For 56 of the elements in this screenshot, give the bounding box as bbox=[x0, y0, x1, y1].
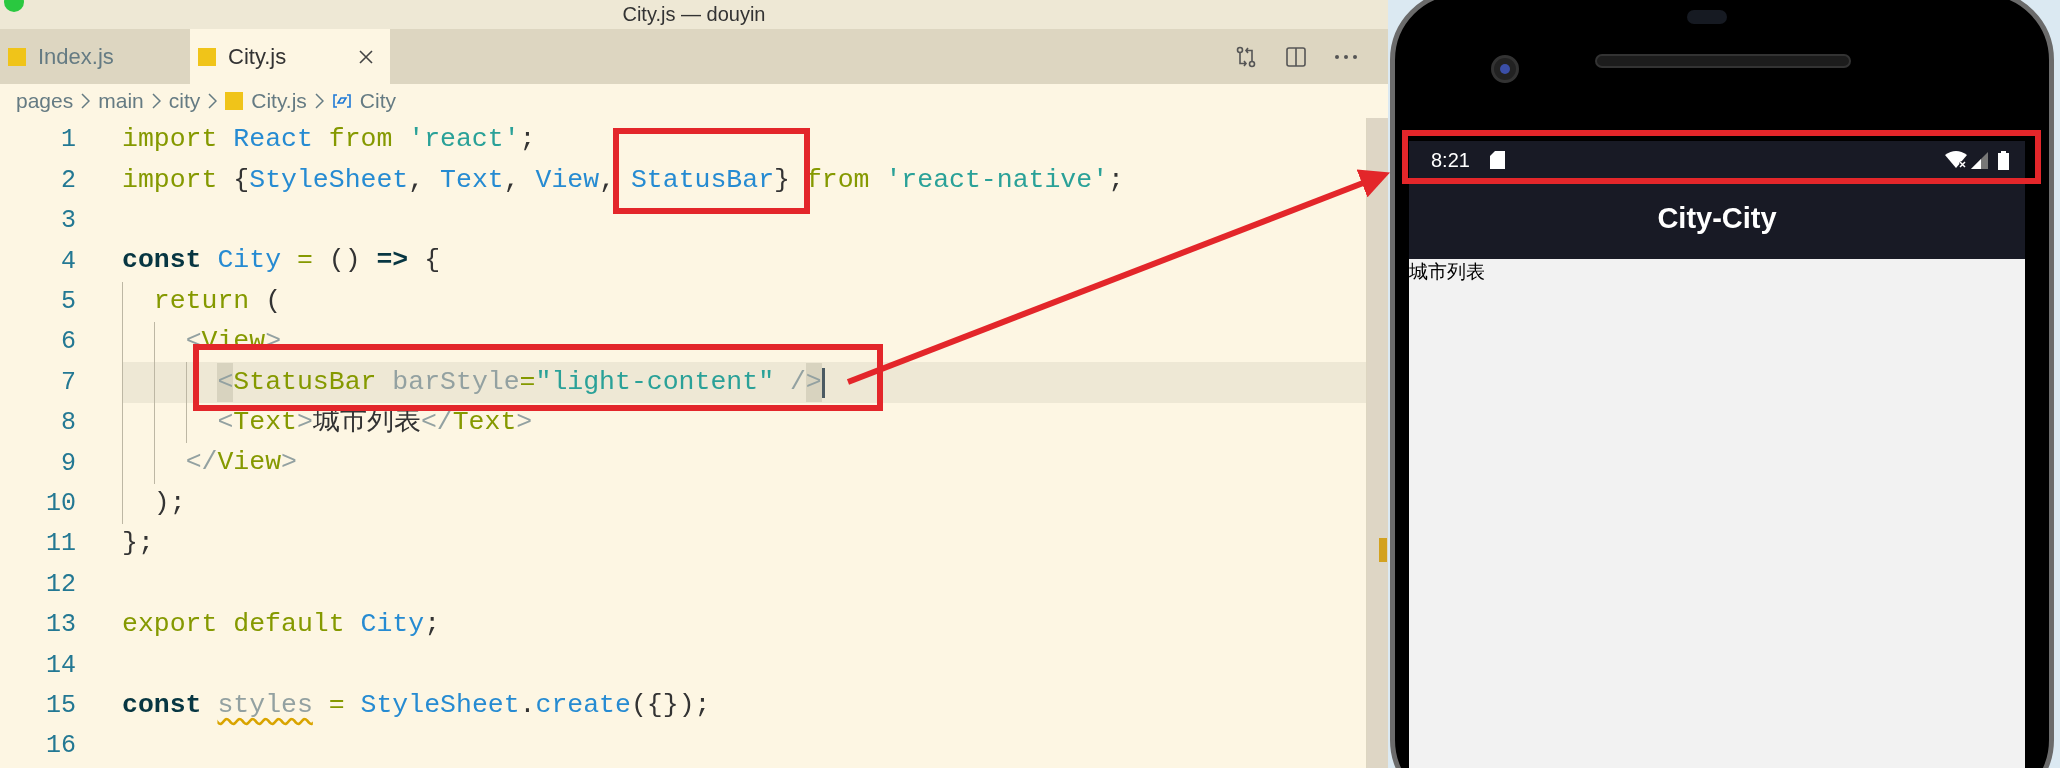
camera-icon bbox=[1491, 55, 1519, 83]
line-number: 13 bbox=[45, 609, 76, 642]
line-number: 8 bbox=[60, 407, 76, 440]
sensor-icon bbox=[1687, 10, 1727, 24]
code-line: import React from 'react'; bbox=[122, 123, 537, 157]
chevron-right-icon bbox=[208, 93, 218, 109]
breadcrumb-item[interactable]: main bbox=[98, 85, 144, 117]
code-line: const styles = StyleSheet.create({}); bbox=[122, 688, 712, 722]
signal-icon bbox=[1971, 151, 1988, 169]
chevron-right-icon bbox=[314, 93, 324, 109]
code-line: const City = () => { bbox=[122, 244, 442, 278]
line-number: 3 bbox=[60, 205, 76, 238]
sd-card-icon bbox=[1489, 151, 1505, 169]
code-line: </View> bbox=[122, 443, 1366, 484]
close-icon[interactable] bbox=[358, 48, 374, 65]
code-line: ); bbox=[122, 483, 1366, 524]
scrollbar-track[interactable] bbox=[1366, 118, 1388, 768]
header-title: City-City bbox=[1657, 201, 1777, 237]
variable-symbol-icon bbox=[331, 93, 352, 109]
code-line: return ( bbox=[122, 281, 1366, 322]
line-number: 12 bbox=[45, 568, 76, 601]
text-cursor bbox=[821, 367, 825, 398]
code-line: export default City; bbox=[122, 608, 442, 641]
line-number: 9 bbox=[60, 447, 76, 480]
breadcrumb-item[interactable]: city bbox=[168, 85, 201, 117]
breadcrumb-item[interactable]: City bbox=[359, 85, 397, 117]
line-number: 11 bbox=[45, 528, 76, 561]
line-number: 7 bbox=[60, 366, 76, 399]
window-title: City.js — douyin bbox=[622, 3, 766, 25]
breadcrumb-item[interactable]: City.js bbox=[251, 85, 307, 117]
breadcrumb-item[interactable]: pages bbox=[16, 85, 74, 117]
status-time: 8:21 bbox=[1431, 148, 1470, 173]
chevron-right-icon bbox=[81, 93, 91, 109]
split-editor-icon[interactable] bbox=[1284, 44, 1308, 69]
line-number: 16 bbox=[45, 730, 76, 763]
content-text: 城市列表 bbox=[1409, 260, 1485, 284]
line-number: 1 bbox=[60, 124, 76, 157]
line-number: 4 bbox=[60, 245, 76, 278]
line-number: 2 bbox=[60, 164, 76, 197]
code-line: }; bbox=[122, 527, 155, 561]
compare-changes-icon[interactable] bbox=[1234, 44, 1258, 69]
battery-icon bbox=[1998, 150, 2009, 170]
scroll-marker bbox=[1379, 538, 1387, 562]
chevron-right-icon bbox=[151, 93, 161, 109]
line-number: 10 bbox=[45, 487, 76, 520]
code-line: import {StyleSheet, Text, View, StatusBar} from 'react-native'; bbox=[122, 163, 1125, 197]
more-icon[interactable] bbox=[1334, 53, 1358, 60]
js-file-icon bbox=[198, 47, 216, 66]
js-file-icon bbox=[8, 47, 26, 66]
wifi-off-icon bbox=[1945, 151, 1967, 169]
editor-tab[interactable]: City.js bbox=[190, 29, 390, 84]
line-number: 14 bbox=[45, 649, 76, 682]
line-number: 15 bbox=[45, 689, 76, 722]
js-file-icon bbox=[225, 92, 244, 110]
line-number: 5 bbox=[60, 286, 76, 318]
line-number: 6 bbox=[60, 326, 76, 359]
